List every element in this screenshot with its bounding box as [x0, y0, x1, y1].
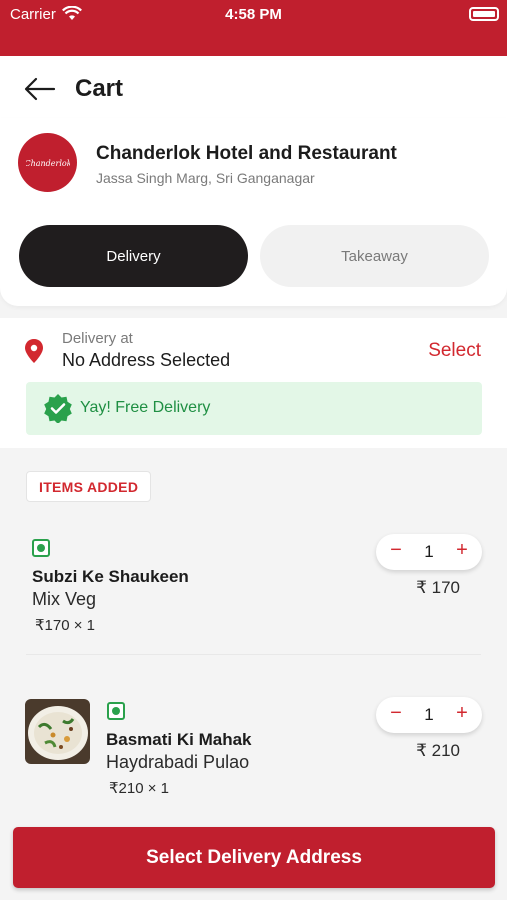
item-total-price: ₹ 210 [416, 741, 460, 760]
delivery-address-value: No Address Selected [62, 350, 231, 370]
back-arrow-icon[interactable] [24, 76, 56, 102]
food-thumbnail [25, 699, 90, 764]
delivery-toggle[interactable]: Delivery [19, 225, 248, 287]
veg-indicator-icon [107, 702, 125, 720]
item-unit-price: ₹170 × 1 [35, 617, 96, 634]
item-name: Basmati Ki Mahak [106, 730, 252, 749]
quantity-stepper[interactable]: − 1 + [376, 534, 482, 570]
restaurant-address: Jassa Singh Marg, Sri Ganganagar [96, 170, 315, 186]
free-delivery-text: Yay! Free Delivery [80, 399, 211, 416]
item-unit-price: ₹210 × 1 [109, 780, 170, 797]
status-time: 4:58 PM [225, 6, 282, 23]
restaurant-card: Chanderlok Chanderlok Hotel and Restaura… [0, 118, 507, 306]
battery-icon [469, 7, 499, 21]
item-subtitle: Haydrabadi Pulao [106, 752, 250, 772]
delivery-address-section: Delivery at No Address Selected Select Y… [0, 318, 507, 448]
page-title: Cart [75, 75, 124, 102]
items-added-badge: ITEMS ADDED [26, 471, 152, 502]
increment-button[interactable]: + [450, 702, 474, 725]
free-delivery-banner: Yay! Free Delivery [26, 382, 482, 435]
takeaway-toggle[interactable]: Takeaway [260, 225, 489, 287]
select-delivery-address-button[interactable]: Select Delivery Address [13, 827, 495, 888]
increment-button[interactable]: + [450, 539, 474, 562]
svg-text:Chanderlok: Chanderlok [26, 159, 70, 168]
status-bar: Carrier 4:58 PM [0, 0, 507, 56]
select-address-link[interactable]: Select [428, 340, 481, 362]
cart-items-section: ITEMS ADDED Subzi Ke Shaukeen Mix Veg ₹1… [0, 448, 507, 828]
restaurant-name: Chanderlok Hotel and Restaurant [96, 143, 397, 164]
quantity-stepper[interactable]: − 1 + [376, 697, 482, 733]
verified-check-icon [43, 393, 73, 424]
item-total-price: ₹ 170 [416, 578, 460, 597]
item-name: Subzi Ke Shaukeen [32, 567, 189, 586]
item-subtitle: Mix Veg [32, 589, 97, 609]
delivery-at-label: Delivery at [62, 330, 133, 347]
location-pin-icon [24, 338, 44, 364]
veg-indicator-icon [32, 539, 50, 557]
header: Cart [0, 56, 507, 118]
divider [26, 654, 481, 655]
restaurant-logo: Chanderlok [18, 133, 77, 192]
